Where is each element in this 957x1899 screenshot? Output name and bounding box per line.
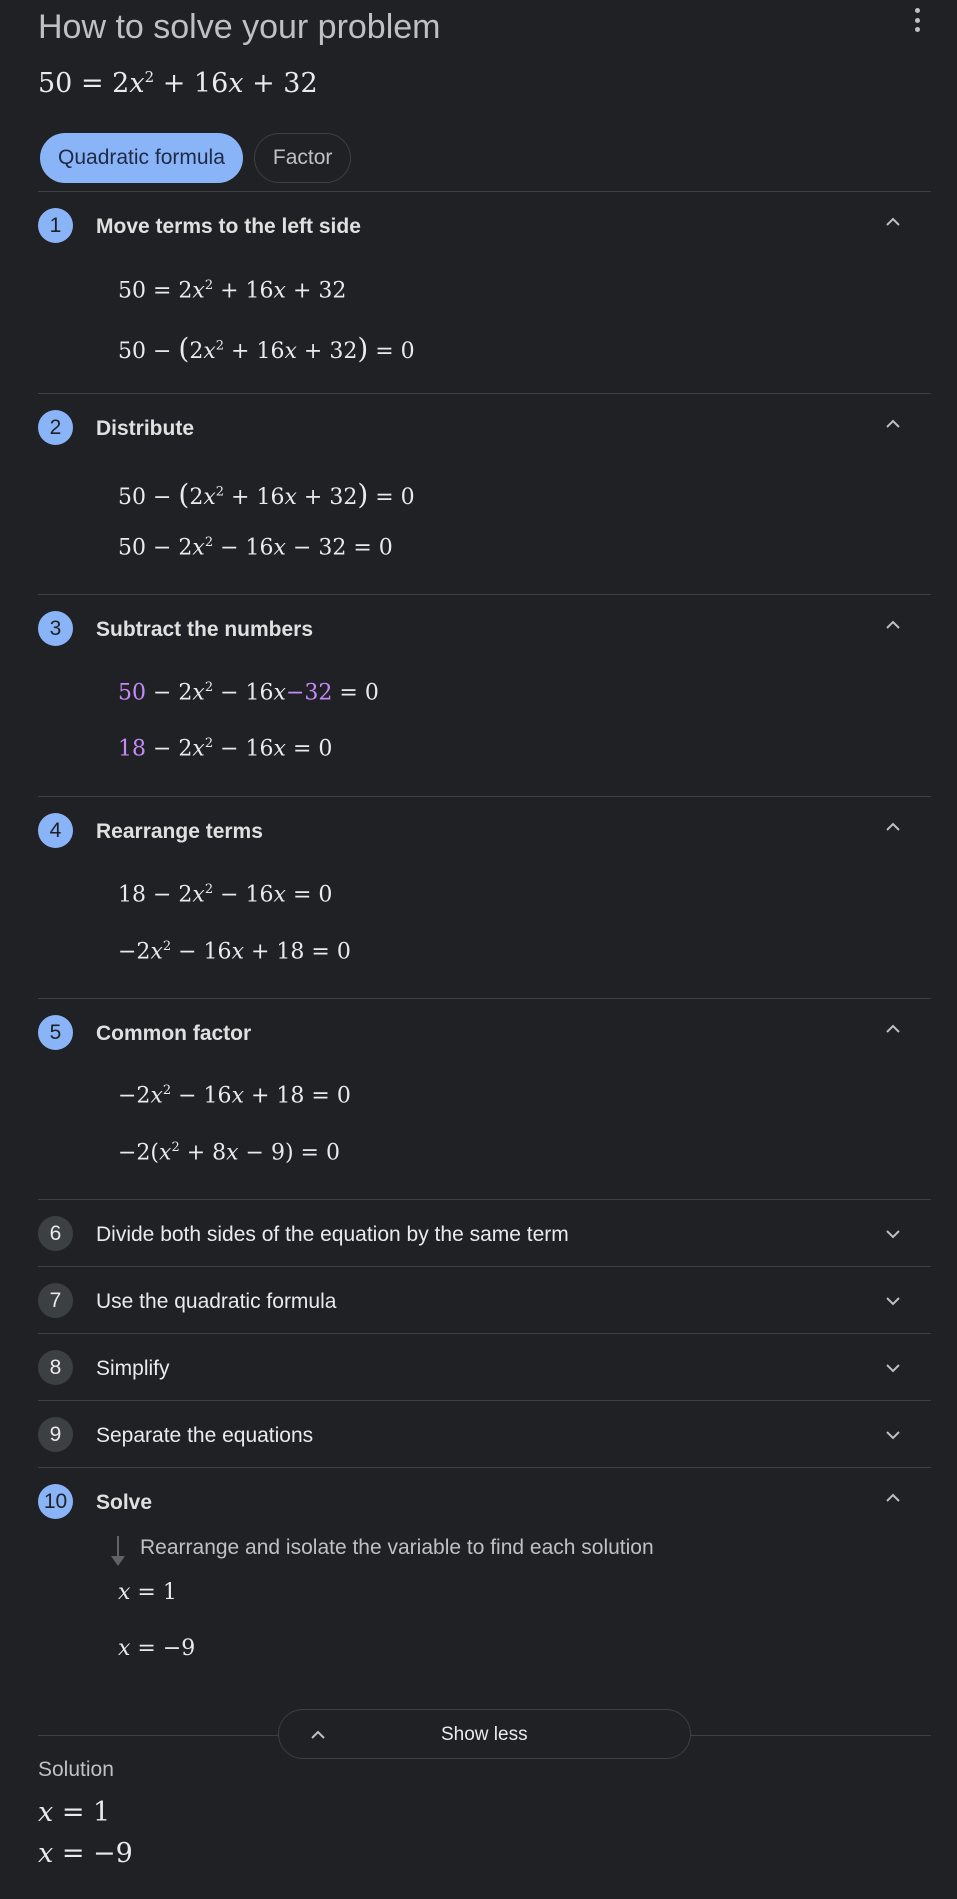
more-options-icon[interactable] — [909, 8, 925, 32]
step-label: Move terms to the left side — [96, 215, 361, 238]
solution-value-2: x = −9 — [38, 1838, 133, 1869]
step-3-line-2: 18 − 2x2 − 16x = 0 — [118, 736, 333, 762]
chevron-down-icon[interactable] — [884, 1225, 902, 1243]
solution-value-1: x = 1 — [38, 1797, 111, 1828]
step-number: 2 — [38, 410, 73, 445]
step-number: 1 — [38, 208, 73, 243]
step-number: 7 — [38, 1283, 73, 1318]
chevron-up-icon[interactable] — [884, 1020, 902, 1038]
chevron-up-icon — [311, 1730, 325, 1739]
step-label: Separate the equations — [96, 1424, 314, 1447]
step-number: 6 — [38, 1216, 73, 1251]
chevron-down-icon[interactable] — [884, 1426, 902, 1444]
step-3-line-1: 50 − 2x2 − 16x−32 = 0 — [118, 680, 379, 706]
step-4-line-2: −2x2 − 16x + 18 = 0 — [118, 939, 351, 965]
step-10-note: Rearrange and isolate the variable to fi… — [140, 1536, 654, 1559]
step-2-line-2: 50 − 2x2 − 16x − 32 = 0 — [118, 535, 393, 561]
step-5-line-1: −2x2 − 16x + 18 = 0 — [118, 1083, 351, 1109]
divider — [38, 796, 931, 797]
divider — [38, 1400, 931, 1401]
step-4-line-1: 18 − 2x2 − 16x = 0 — [118, 882, 333, 908]
problem-equation: 50 = 2x2 + 16x + 32 — [38, 68, 318, 99]
divider — [38, 1333, 931, 1334]
step-1-line-1: 50 = 2x2 + 16x + 32 — [118, 278, 347, 304]
divider — [38, 191, 931, 192]
step-1-line-2: 50 − (2x2 + 16x + 32) = 0 — [118, 332, 415, 365]
step-label: Distribute — [96, 417, 195, 440]
step-label: Common factor — [96, 1022, 252, 1045]
chevron-up-icon[interactable] — [884, 616, 902, 634]
chevron-down-icon[interactable] — [884, 1292, 902, 1310]
step-number: 5 — [38, 1015, 73, 1050]
step-label: Subtract the numbers — [96, 618, 314, 641]
tab-quadratic-formula[interactable]: Quadratic formula — [40, 133, 243, 183]
chevron-up-icon[interactable] — [884, 415, 902, 433]
divider — [38, 1199, 931, 1200]
chevron-up-icon[interactable] — [884, 213, 902, 231]
show-less-button[interactable]: Show less — [278, 1709, 691, 1759]
arrow-down-icon — [111, 1536, 125, 1566]
step-number: 9 — [38, 1417, 73, 1452]
step-2-line-1: 50 − (2x2 + 16x + 32) = 0 — [118, 478, 415, 511]
step-10-line-1: x = 1 — [118, 1580, 177, 1605]
chevron-up-icon[interactable] — [884, 818, 902, 836]
divider — [38, 1467, 931, 1468]
divider — [38, 594, 931, 595]
step-label: Solve — [96, 1491, 153, 1514]
solution-label: Solution — [38, 1758, 114, 1781]
step-number: 8 — [38, 1350, 73, 1385]
tab-factor[interactable]: Factor — [253, 133, 352, 183]
chevron-down-icon[interactable] — [884, 1359, 902, 1377]
chevron-up-icon[interactable] — [884, 1489, 902, 1507]
step-label: Divide both sides of the equation by the… — [96, 1223, 569, 1246]
divider — [38, 998, 931, 999]
step-number: 4 — [38, 813, 73, 848]
divider — [38, 393, 931, 394]
show-less-label: Show less — [441, 1724, 528, 1745]
step-label: Use the quadratic formula — [96, 1290, 337, 1313]
step-5-line-2: −2(x2 + 8x − 9) = 0 — [118, 1140, 340, 1166]
step-label: Rearrange terms — [96, 820, 263, 843]
step-number: 10 — [38, 1484, 73, 1519]
page-title: How to solve your problem — [38, 8, 441, 46]
divider — [38, 1266, 931, 1267]
step-label: Simplify — [96, 1357, 170, 1380]
step-10-line-2: x = −9 — [118, 1636, 196, 1661]
method-tabs: Quadratic formula Factor — [40, 133, 352, 183]
step-number: 3 — [38, 611, 73, 646]
